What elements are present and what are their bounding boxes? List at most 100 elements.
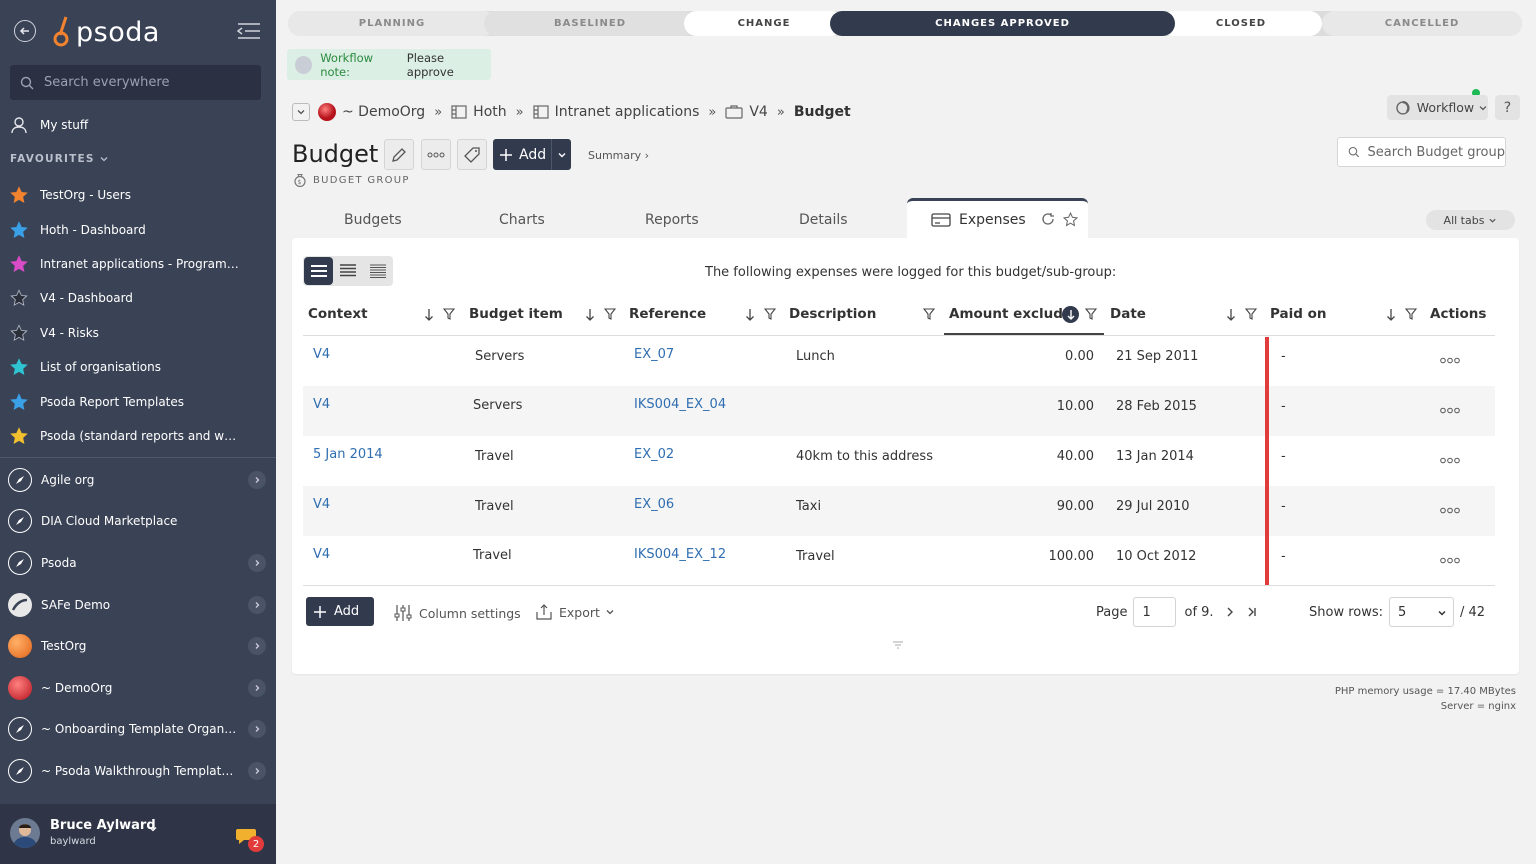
cell-reference[interactable]: EX_02 xyxy=(634,447,674,462)
sort-active-icon[interactable] xyxy=(1062,306,1079,323)
sort-icon[interactable] xyxy=(424,308,434,322)
org-item-safe-demo[interactable]: SAFe Demo xyxy=(8,584,268,626)
resize-handle-icon[interactable] xyxy=(892,640,904,650)
psoda-logo[interactable]: psoda xyxy=(52,12,160,52)
collapse-sidebar-icon[interactable] xyxy=(236,22,262,40)
expand-button[interactable] xyxy=(248,761,266,780)
tab-details[interactable]: Details xyxy=(799,212,848,228)
expand-button[interactable] xyxy=(248,595,266,614)
workflow-button[interactable]: Workflow xyxy=(1387,95,1488,120)
row-actions-icon[interactable] xyxy=(1440,457,1460,464)
breadcrumb-item[interactable]: V4 xyxy=(749,104,767,120)
breadcrumb-item[interactable]: ~ DemoOrg xyxy=(342,104,425,120)
add-expense-button[interactable]: Add xyxy=(306,597,374,626)
cell-context[interactable]: 5 Jan 2014 xyxy=(313,447,383,462)
tab-reports[interactable]: Reports xyxy=(645,212,699,228)
tab-charts[interactable]: Charts xyxy=(499,212,545,228)
column-header-context[interactable]: Context xyxy=(308,306,368,322)
search-budget-group-input[interactable]: Search Budget group xyxy=(1337,137,1506,167)
cell-context[interactable]: V4 xyxy=(313,497,330,512)
view-comfortable-button[interactable] xyxy=(304,257,333,285)
org-item-agile-org[interactable]: Agile org xyxy=(8,459,268,501)
org-item-psoda[interactable]: Psoda xyxy=(8,542,268,584)
favourite-item[interactable]: Psoda (standard reports and work... xyxy=(10,419,260,453)
tab-budgets[interactable]: Budgets xyxy=(344,212,402,228)
export-button[interactable]: Export xyxy=(536,604,615,620)
expand-button[interactable] xyxy=(248,678,266,697)
filter-icon[interactable] xyxy=(1085,308,1097,320)
cell-context[interactable]: V4 xyxy=(313,547,330,562)
row-actions-icon[interactable] xyxy=(1440,357,1460,364)
cell-reference[interactable]: IKS004_EX_04 xyxy=(634,397,726,412)
org-item-testorg[interactable]: TestOrg xyxy=(8,625,268,667)
add-button[interactable]: Add xyxy=(493,139,571,170)
stage-cancelled[interactable]: CANCELLED xyxy=(1322,11,1522,36)
filter-icon[interactable] xyxy=(604,308,616,320)
expand-button[interactable] xyxy=(248,470,266,489)
filter-icon[interactable] xyxy=(1245,308,1257,320)
more-options-button[interactable] xyxy=(421,139,451,170)
column-header-budget-item[interactable]: Budget item xyxy=(469,306,563,322)
stage-closed[interactable]: CLOSED xyxy=(1160,11,1322,36)
refresh-icon[interactable] xyxy=(1041,212,1055,226)
edit-button[interactable] xyxy=(384,139,414,170)
cell-context[interactable]: V4 xyxy=(313,397,330,412)
row-actions-icon[interactable] xyxy=(1440,507,1460,514)
add-dropdown-toggle[interactable] xyxy=(551,139,571,170)
row-actions-icon[interactable] xyxy=(1440,407,1460,414)
filter-icon[interactable] xyxy=(443,308,455,320)
my-stuff-link[interactable]: My stuff xyxy=(10,114,88,136)
sidebar-search[interactable]: Search everywhere xyxy=(10,65,261,100)
summary-link[interactable]: Summary › xyxy=(588,149,649,162)
user-panel[interactable]: Bruce Aylward baylward 2 xyxy=(0,804,276,864)
filter-icon[interactable] xyxy=(923,308,935,320)
last-page-icon[interactable] xyxy=(1246,606,1258,618)
favourites-toggle[interactable]: FAVOURITES xyxy=(10,153,109,165)
all-tabs-dropdown[interactable]: All tabs xyxy=(1426,210,1515,230)
stage-planning[interactable]: PLANNING xyxy=(288,11,496,36)
breadcrumb-item[interactable]: Intranet applications xyxy=(555,104,700,120)
column-header-paid-on[interactable]: Paid on xyxy=(1270,306,1327,322)
org-item-onboarding-template[interactable]: ~ Onboarding Template Organisa... xyxy=(8,709,268,751)
expand-button[interactable] xyxy=(248,637,266,656)
help-button[interactable]: ? xyxy=(1495,95,1520,120)
favourite-item[interactable]: Hoth - Dashboard xyxy=(10,212,260,246)
sort-icon[interactable] xyxy=(745,308,755,322)
favourite-item[interactable]: V4 - Dashboard xyxy=(10,281,260,315)
stage-baselined[interactable]: BASELINED xyxy=(484,11,696,36)
cell-reference[interactable]: EX_06 xyxy=(634,497,674,512)
stage-change[interactable]: CHANGE xyxy=(684,11,844,36)
filter-icon[interactable] xyxy=(1405,308,1417,320)
view-dense-button[interactable] xyxy=(363,256,393,286)
column-header-reference[interactable]: Reference xyxy=(629,306,706,322)
column-header-date[interactable]: Date xyxy=(1110,306,1146,322)
favourite-item[interactable]: Intranet applications - Programme... xyxy=(10,247,260,281)
cell-context[interactable]: V4 xyxy=(313,347,330,362)
view-compact-button[interactable] xyxy=(333,256,363,286)
favourite-item[interactable]: V4 - Risks xyxy=(10,316,260,350)
expand-button[interactable] xyxy=(248,553,266,572)
filter-icon[interactable] xyxy=(764,308,776,320)
sort-icon[interactable] xyxy=(585,308,595,322)
favourite-item[interactable]: List of organisations xyxy=(10,350,260,384)
rows-per-page-select[interactable]: 5 xyxy=(1389,597,1455,627)
tab-expenses[interactable]: Expenses xyxy=(907,198,1088,239)
notifications-button[interactable]: 2 xyxy=(236,826,266,852)
sort-icon[interactable] xyxy=(1386,308,1396,322)
org-item-walkthrough-template[interactable]: ~ Psoda Walkthrough Template P... xyxy=(8,750,268,792)
favourite-item[interactable]: TestOrg - Users xyxy=(10,178,260,212)
column-settings-button[interactable]: Column settings xyxy=(394,604,521,622)
column-header-amount[interactable]: Amount exclud... xyxy=(949,306,1078,322)
tag-button[interactable] xyxy=(457,139,487,170)
back-button[interactable] xyxy=(14,20,36,42)
sort-icon[interactable] xyxy=(1226,308,1236,322)
org-item-dia-cloud-marketplace[interactable]: DIA Cloud Marketplace xyxy=(8,501,268,543)
breadcrumb-dropdown[interactable] xyxy=(292,103,310,121)
star-outline-icon[interactable] xyxy=(1063,212,1078,227)
expand-button[interactable] xyxy=(248,720,266,739)
cell-reference[interactable]: IKS004_EX_12 xyxy=(634,547,726,562)
page-number-input[interactable]: 1 xyxy=(1133,597,1177,627)
column-header-description[interactable]: Description xyxy=(789,306,876,322)
chevron-right-icon[interactable] xyxy=(1224,606,1236,618)
row-actions-icon[interactable] xyxy=(1440,557,1460,564)
